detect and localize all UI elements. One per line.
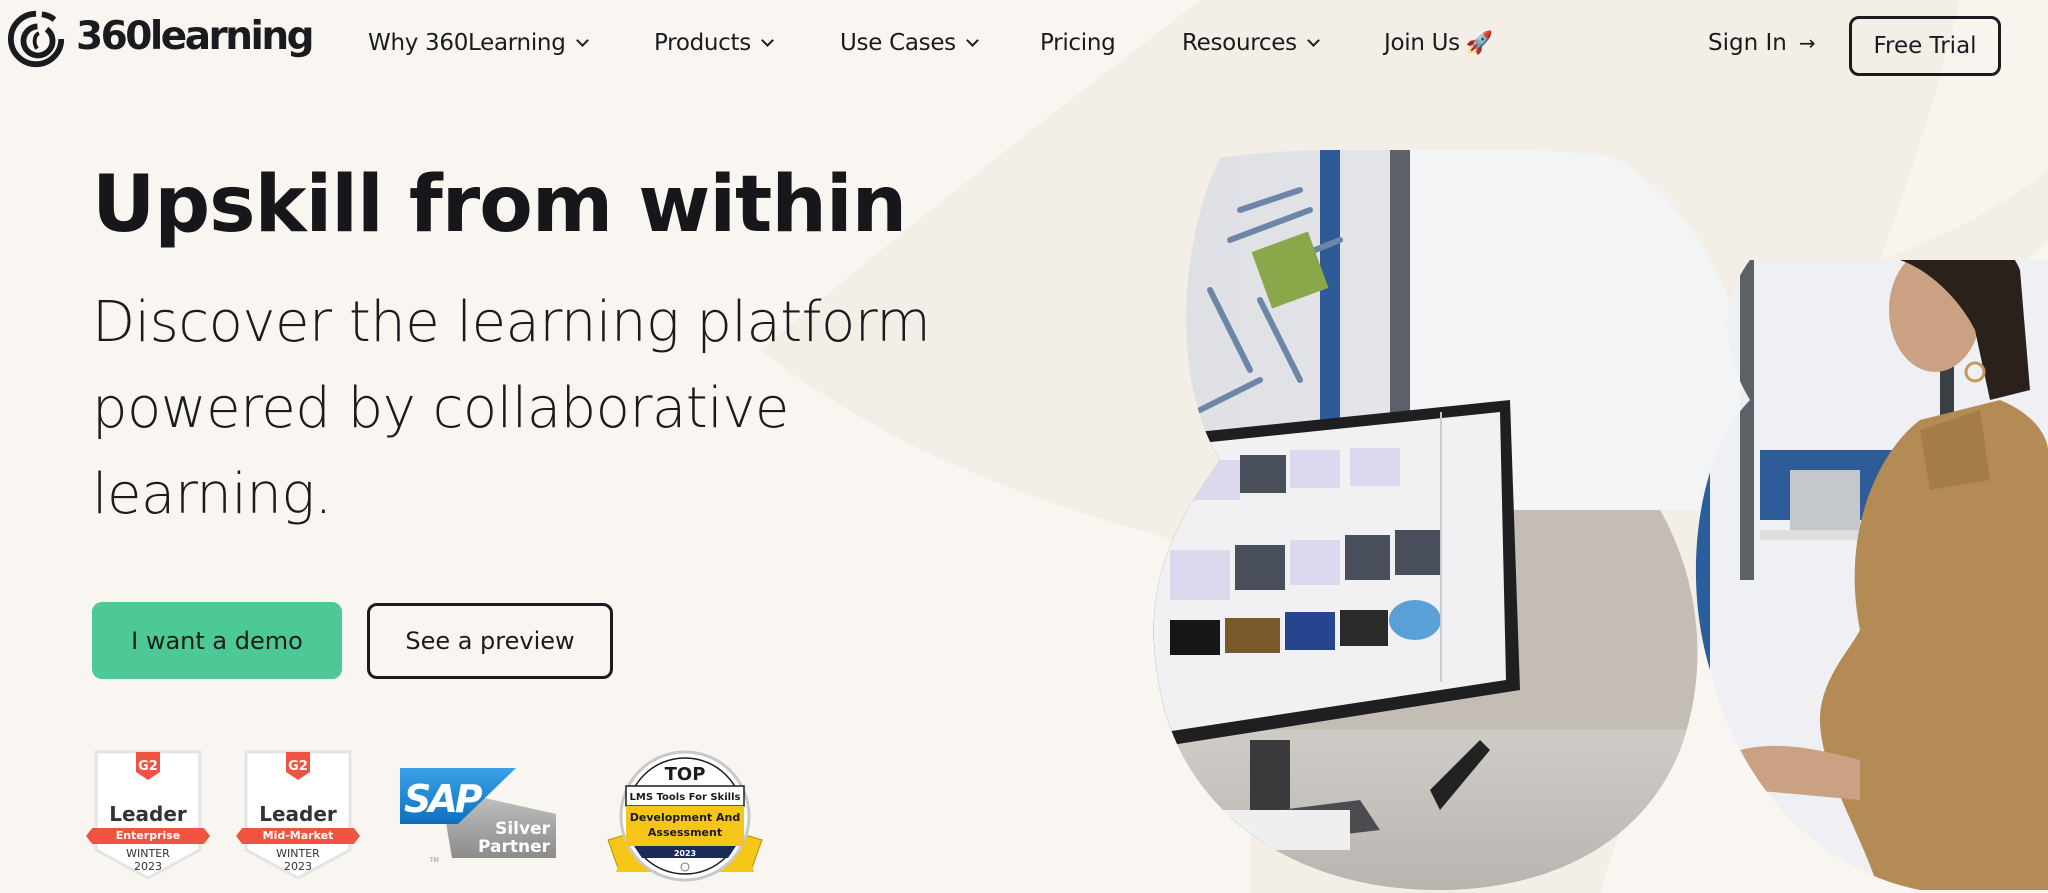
nav-label: Pricing: [1040, 30, 1116, 56]
nav-pricing[interactable]: Pricing: [1040, 30, 1116, 56]
top-lms-tools-badge: TOP LMS Tools For Skills Development And…: [607, 750, 763, 882]
nav-why-360learning[interactable]: Why 360Learning: [368, 30, 589, 56]
nav-resources[interactable]: Resources: [1182, 30, 1320, 56]
free-trial-button[interactable]: Free Trial: [1849, 16, 2001, 76]
arrow-right-icon: →: [1798, 31, 1816, 55]
nav-label: Products: [654, 30, 751, 56]
g2-year: 2023: [134, 860, 162, 873]
nav-products[interactable]: Products: [654, 30, 774, 56]
g2-year: 2023: [284, 860, 312, 873]
preview-button[interactable]: See a preview: [367, 603, 613, 679]
hero-subtitle: Discover the learning platform powered b…: [92, 280, 992, 538]
g2-season-label: WINTER: [126, 847, 170, 860]
top-line2: Development And: [630, 811, 740, 824]
hero-subtitle-line: Discover the learning platform: [92, 290, 931, 355]
nav-label: Join Us: [1384, 30, 1460, 56]
g2-season-label: WINTER: [276, 847, 320, 860]
top-navigation: 360learning Why 360Learning Products Use…: [0, 0, 2048, 92]
sap-tm-text: TM: [429, 857, 439, 864]
logo-mark-icon: [8, 10, 65, 68]
sap-logo-text: SAP: [404, 777, 483, 821]
sign-in-link[interactable]: Sign In →: [1708, 30, 1816, 56]
sap-silver-partner-badge: SAP Silver Partner TM: [400, 768, 556, 864]
hero-photo-collage: [1153, 150, 2048, 891]
demo-button[interactable]: I want a demo: [92, 602, 342, 679]
g2-segment: Mid-Market: [236, 828, 360, 844]
top-year: 2023: [674, 849, 696, 858]
sap-partner-text: Partner: [478, 837, 551, 857]
g2-segment: Enterprise: [86, 828, 210, 844]
hero-subtitle-line: learning.: [92, 462, 332, 527]
g2-badge-enterprise: G2 Leader Enterprise WINTER 2023: [86, 750, 210, 880]
top-line3: Assessment: [648, 826, 722, 839]
nav-join-us[interactable]: Join Us 🚀: [1384, 30, 1493, 56]
rocket-icon: 🚀: [1465, 30, 1493, 56]
g2-logo-icon: G2: [138, 759, 158, 774]
award-badges: G2 Leader Enterprise WINTER 2023 G2 Lead…: [0, 740, 800, 890]
top-line1: LMS Tools For Skills: [630, 792, 741, 803]
g2-badge-mid-market: G2 Leader Mid-Market WINTER 2023: [236, 750, 360, 880]
g2-logo-icon: G2: [288, 759, 308, 774]
sign-in-label: Sign In: [1708, 30, 1787, 56]
chevron-down-icon: [965, 33, 979, 47]
nav-label: Why 360Learning: [368, 30, 566, 56]
top-text: TOP: [665, 764, 706, 785]
office-monitor-photo: [1153, 150, 1760, 891]
chevron-down-icon: [1306, 33, 1320, 47]
nav-label: Use Cases: [840, 30, 956, 56]
nav-use-cases[interactable]: Use Cases: [840, 30, 979, 56]
g2-season: WINTER 2023: [92, 847, 204, 873]
sap-silver-text: Silver: [495, 819, 551, 839]
g2-season: WINTER 2023: [242, 847, 354, 873]
g2-title: Leader: [109, 802, 187, 826]
chevron-down-icon: [761, 33, 774, 47]
logo[interactable]: 360learning: [6, 8, 315, 70]
logo-text: 360learning: [76, 13, 315, 59]
nav-label: Resources: [1182, 30, 1297, 56]
hero-subtitle-line: powered by collaborative: [92, 376, 789, 441]
chevron-down-icon: [575, 33, 589, 47]
hero-title: Upskill from within: [92, 160, 907, 250]
g2-title: Leader: [259, 802, 337, 826]
